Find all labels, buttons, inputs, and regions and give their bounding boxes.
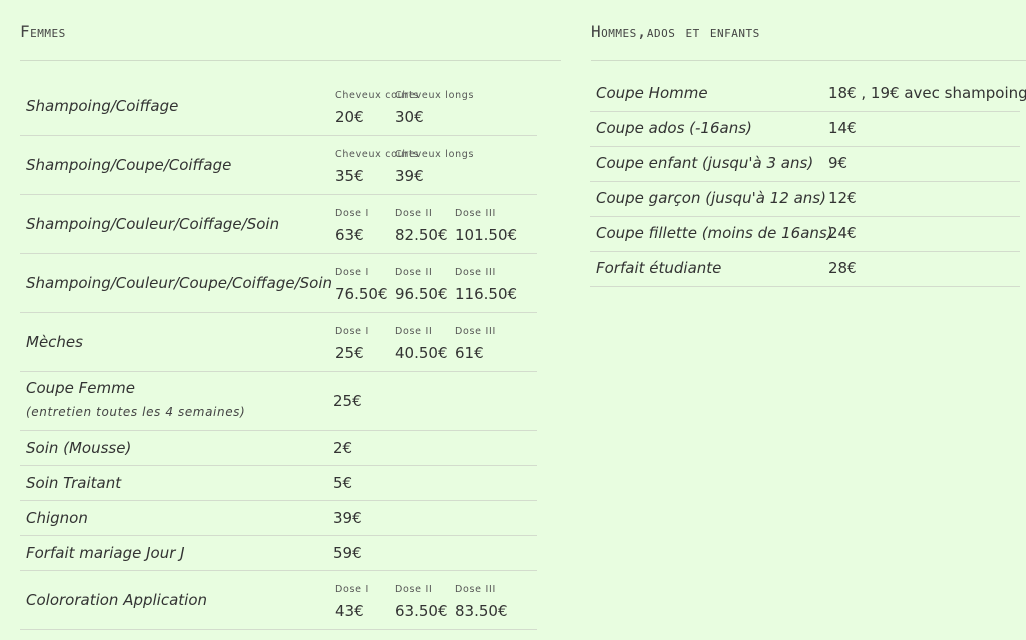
service-label: Shampoing/Couleur/Coiffage/Soin: [26, 215, 280, 233]
table-row: Shampoing/Couleur/Coiffage/Soin Dose I 63€…: [20, 195, 537, 254]
price-value: 76.50€: [335, 285, 388, 303]
table-row: Coupe garçon (jusqu'à 12 ans) 12€: [590, 182, 1020, 217]
price-value: 5€: [333, 474, 353, 492]
hommes-title-rule: [591, 60, 1026, 61]
service-label: Coupe garçon (jusqu'à 12 ans): [596, 189, 826, 207]
price-caption: Dose III: [455, 267, 496, 278]
service-label: Chignon: [26, 509, 88, 527]
price-value: 24€: [828, 224, 857, 242]
table-row: Coupe fillette (moins de 16ans) 24€: [590, 217, 1020, 252]
price-value: 25€: [333, 392, 362, 410]
table-row: Shampoing/Coiffage Cheveux courts 20€ Cheve…: [20, 77, 537, 136]
price-caption: Dose II: [395, 267, 433, 278]
service-label: Coupe ados (-16ans): [596, 119, 752, 137]
price-caption: Dose II: [395, 584, 433, 595]
price-value: 28€: [828, 259, 857, 277]
price-value: 18€ , 19€ avec shampoing: [828, 84, 1026, 102]
service-label: Coupe Homme: [596, 84, 708, 102]
price-caption: Dose II: [395, 326, 433, 337]
hommes-title: Hommes,ados et enfants: [591, 22, 760, 41]
price-value: 9€: [828, 154, 848, 172]
hommes-price-table: Coupe Homme 18€ , 19€ avec shampoing Coupe…: [590, 77, 1026, 287]
price-caption: Cheveux longs: [395, 149, 475, 160]
table-row: Forfait étudiante 28€: [590, 252, 1020, 287]
table-row: Coupe ados (-16ans) 14€: [590, 112, 1020, 147]
price-caption: Dose I: [335, 267, 369, 278]
price-value: 39€: [395, 167, 424, 185]
price-value: 63€: [335, 226, 364, 244]
price-value: 40.50€: [395, 344, 448, 362]
service-label: Soin (Mousse): [26, 439, 132, 457]
table-row: Shampoing/Coupe/Coiffage Cheveux courts 35…: [20, 136, 537, 195]
service-label: Mèches: [26, 333, 83, 351]
price-value: 35€: [335, 167, 364, 185]
service-label: Shampoing/Coupe/Coiffage: [26, 156, 232, 174]
price-caption: Dose I: [335, 326, 369, 337]
table-row: Chignon 39€: [20, 501, 537, 536]
price-value: 2€: [333, 439, 353, 457]
femmes-title: Femmes: [20, 22, 66, 41]
price-value: 116.50€: [455, 285, 518, 303]
price-caption: Dose II: [395, 208, 433, 219]
price-value: 63.50€: [395, 602, 448, 620]
table-row: Coupe Femme (entretien toutes les 4 semai…: [20, 372, 537, 431]
price-value: 20€: [335, 108, 364, 126]
service-note: (entretien toutes les 4 semaines): [26, 405, 246, 419]
service-label: Forfait mariage Jour J: [26, 544, 185, 562]
femmes-price-table: Shampoing/Coiffage Cheveux courts 20€ Cheve…: [20, 77, 537, 630]
table-row: Soin (Mousse) 2€: [20, 431, 537, 466]
price-value: 30€: [395, 108, 424, 126]
price-value: 43€: [335, 602, 364, 620]
service-label: Coupe Femme: [26, 379, 135, 397]
price-value: 82.50€: [395, 226, 448, 244]
price-value: 101.50€: [455, 226, 518, 244]
price-value: 39€: [333, 509, 362, 527]
price-caption: Dose III: [455, 208, 496, 219]
price-value: 12€: [828, 189, 857, 207]
service-label: Shampoing/Couleur/Coupe/Coiffage/Soin: [26, 274, 333, 292]
price-caption: Dose I: [335, 584, 369, 595]
table-row: Shampoing/Couleur/Coupe/Coiffage/Soin Dos…: [20, 254, 537, 313]
price-value: 96.50€: [395, 285, 448, 303]
service-label: Coupe fillette (moins de 16ans): [596, 224, 833, 242]
price-value: 25€: [335, 344, 364, 362]
table-row: Forfait mariage Jour J 59€: [20, 536, 537, 571]
table-row: Colororation Application Dose I 43€ Dose II…: [20, 571, 537, 630]
price-caption: Dose I: [335, 208, 369, 219]
price-caption: Dose III: [455, 584, 496, 595]
service-label: Shampoing/Coiffage: [26, 97, 179, 115]
service-label: Forfait étudiante: [596, 259, 722, 277]
price-value: 83.50€: [455, 602, 508, 620]
table-row: Coupe Homme 18€ , 19€ avec shampoing: [590, 77, 1026, 112]
service-label: Coupe enfant (jusqu'à 3 ans): [596, 154, 814, 172]
table-row: Coupe enfant (jusqu'à 3 ans) 9€: [590, 147, 1020, 182]
service-label: Colororation Application: [26, 591, 208, 609]
price-caption: Cheveux longs: [395, 90, 475, 101]
table-row: Mèches Dose I 25€ Dose II 40.50€ Dose III 61€: [20, 313, 537, 372]
price-value: 61€: [455, 344, 484, 362]
price-caption: Dose III: [455, 326, 496, 337]
table-row: Soin Traitant 5€: [20, 466, 537, 501]
femmes-title-rule: [20, 60, 561, 61]
price-value: 14€: [828, 119, 857, 137]
price-value: 59€: [333, 544, 362, 562]
service-label: Soin Traitant: [26, 474, 122, 492]
